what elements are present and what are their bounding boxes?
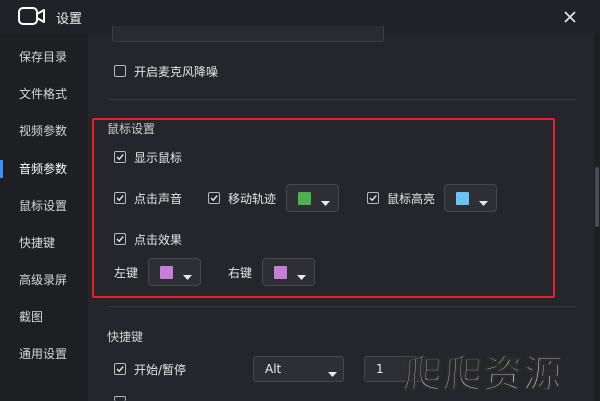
noise-suppression-checkbox[interactable] <box>114 65 126 77</box>
sidebar-item-screenshot[interactable]: 截图 <box>0 304 88 330</box>
active-indicator <box>0 160 3 178</box>
sidebar-item-advanced-recording[interactable]: 高级录屏 <box>0 267 88 293</box>
modifier-key-select[interactable]: Alt <box>253 356 344 382</box>
shortcut-key-value: 1 <box>376 362 384 376</box>
section-divider <box>108 99 576 100</box>
section-divider <box>108 306 576 307</box>
annotation-highlight-box <box>92 118 555 298</box>
sidebar-item-save-dir[interactable]: 保存目录 <box>0 44 88 70</box>
noise-suppression-label: 开启麦克风降噪 <box>134 65 219 79</box>
sidebar-item-file-format[interactable]: 文件格式 <box>0 81 88 107</box>
sidebar-item-label: 通用设置 <box>19 347 68 361</box>
sidebar-item-video-params[interactable]: 视频参数 <box>0 118 88 144</box>
sidebar-item-label: 保存目录 <box>19 50 68 64</box>
sidebar-item-audio-params[interactable]: 音频参数 <box>0 156 88 182</box>
sidebar-item-label: 鼠标设置 <box>19 199 68 213</box>
sidebar-item-label: 快捷键 <box>19 236 56 250</box>
sidebar-item-label: 视频参数 <box>19 124 68 138</box>
scrollbar-track[interactable] <box>594 34 600 401</box>
watermark-text: 爬爬资源 <box>402 351 566 397</box>
start-pause-label: 开始/暂停 <box>134 363 187 377</box>
sidebar-item-label: 音频参数 <box>19 162 68 176</box>
sidebar-item-label: 文件格式 <box>19 87 68 101</box>
next-row-checkbox[interactable] <box>114 396 126 401</box>
caret-down-icon <box>328 367 337 381</box>
shortcuts-section-title: 快捷键 <box>107 330 144 344</box>
close-icon[interactable] <box>558 5 582 29</box>
sidebar-item-label: 截图 <box>19 310 44 324</box>
scrollbar-thumb[interactable] <box>595 167 599 227</box>
start-pause-checkbox[interactable] <box>114 363 126 375</box>
audio-device-select[interactable] <box>112 26 384 42</box>
video-camera-icon <box>18 6 46 26</box>
sidebar-item-shortcuts[interactable]: 快捷键 <box>0 230 88 256</box>
sidebar: 保存目录 文件格式 视频参数 音频参数 鼠标设置 快捷键 高级录屏 截图 通用设… <box>0 34 88 401</box>
window-title: 设置 <box>56 12 83 27</box>
sidebar-item-mouse-settings[interactable]: 鼠标设置 <box>0 193 88 219</box>
sidebar-item-label: 高级录屏 <box>19 273 68 287</box>
modifier-key-value: Alt <box>265 362 282 376</box>
sidebar-item-general[interactable]: 通用设置 <box>0 341 88 367</box>
